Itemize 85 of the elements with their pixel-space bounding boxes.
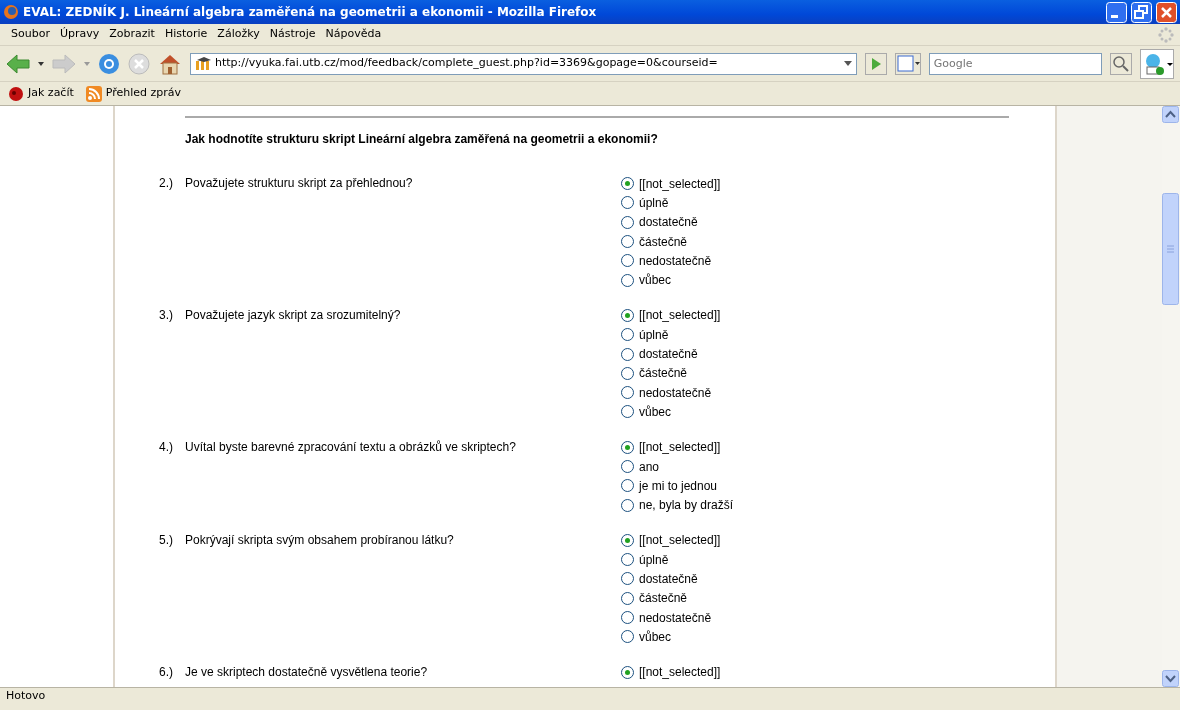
question-text: Považujete jazyk skript za srozumitelný? [185, 306, 402, 324]
radio-button[interactable] [621, 498, 634, 512]
home-icon[interactable] [158, 52, 182, 75]
dropdown-caret-icon[interactable] [38, 61, 44, 66]
option-label: nedostatečně [639, 609, 712, 627]
reload-icon[interactable] [98, 52, 120, 75]
question-text: Pokrývají skripta svým obsahem probíranou látku? [185, 531, 455, 549]
question-text: Považujete strukturu skript za přehlednou? [185, 175, 414, 192]
restore-icon[interactable] [1131, 1, 1152, 23]
scroll-up-icon[interactable] [1162, 106, 1179, 123]
radio-button[interactable] [621, 366, 634, 380]
radio-button[interactable] [621, 177, 634, 191]
radio-button[interactable] [621, 386, 634, 400]
radio-button[interactable] [621, 347, 634, 361]
option-label: úplně [639, 194, 669, 212]
option-label: [[not_selected]] [639, 532, 721, 550]
menu-item[interactable]: Nápověda [320, 25, 387, 44]
radio-button[interactable] [621, 235, 634, 249]
option-label: nedostatečně [639, 384, 712, 402]
menu-item[interactable]: Zobrazit [104, 25, 160, 44]
question-number: 6.) [158, 663, 173, 681]
radio-button[interactable] [621, 533, 634, 547]
radio-button[interactable] [621, 572, 634, 586]
address-field[interactable]: http://vyuka.fai.utb.cz/mod/feedback/complete_guest.php?id=3369&gopage=0&courseid= [190, 52, 857, 75]
option-label: [[not_selected]] [639, 664, 721, 682]
radio-button[interactable] [621, 479, 634, 493]
option-label: ne, byla by dražší [639, 497, 734, 515]
bookmark-icon [8, 85, 24, 102]
option-label: [[not_selected]] [639, 175, 721, 193]
question-number: 5.) [158, 531, 173, 549]
option-label: částečně [639, 233, 688, 251]
radio-button[interactable] [621, 460, 634, 473]
option-label: dostatečně [639, 571, 698, 588]
option-label: dostatečně [639, 346, 698, 363]
question-group-heading: Jak hodnotíte strukturu skript Lineární algebra zaměřená na geometrii a ekonomii? [185, 131, 659, 148]
option-label: [[not_selected]] [639, 439, 721, 457]
menu-item[interactable]: Úpravy [54, 25, 105, 44]
option-label: dostatečně [639, 214, 698, 232]
search-icon[interactable] [1110, 52, 1132, 75]
search-field[interactable]: Google [928, 52, 1102, 75]
question-text: Je ve skriptech dostatečně vysvětlena teorie? [185, 663, 429, 681]
radio-button[interactable] [621, 215, 634, 229]
menu-item[interactable]: Historie [159, 25, 213, 44]
status-text: Hotovo [6, 688, 46, 705]
radio-button[interactable] [621, 591, 634, 605]
radio-button[interactable] [621, 665, 634, 679]
menu-item[interactable]: Záložky [212, 25, 265, 44]
option-label: vůbec [639, 272, 672, 290]
option-label: úplně [639, 326, 669, 344]
feed-icon [85, 85, 102, 102]
option-label: vůbec [639, 403, 672, 421]
radio-button[interactable] [621, 308, 634, 322]
dropdown-caret-icon[interactable] [843, 61, 852, 66]
scroll-down-icon[interactable] [1162, 670, 1179, 687]
radio-button[interactable] [621, 273, 634, 287]
radio-button[interactable] [621, 630, 634, 644]
option-label: vůbec [639, 628, 672, 646]
radio-button[interactable] [621, 440, 634, 454]
option-label: úplně [639, 551, 669, 569]
radio-button[interactable] [621, 196, 634, 210]
radio-button[interactable] [621, 254, 634, 268]
radio-button[interactable] [621, 553, 634, 567]
option-label: ano [639, 458, 660, 476]
minimize-icon[interactable] [1106, 1, 1127, 23]
option-label: je mi to jednou [639, 477, 718, 495]
radio-button[interactable] [621, 405, 634, 419]
throbber-icon [1158, 26, 1174, 43]
menu-item[interactable]: Soubor [6, 25, 55, 44]
radio-button[interactable] [621, 328, 634, 342]
question-text: Uvítal byste barevné zpracování textu a obrázků ve skriptech? [185, 438, 517, 456]
radio-button[interactable] [621, 611, 634, 625]
option-label: částečně [639, 365, 688, 383]
option-label: částečně [639, 590, 688, 608]
bookmark-link[interactable]: Přehled zpráv [85, 85, 182, 102]
question-number: 4.) [158, 438, 173, 456]
bookmark-link[interactable]: Jak začít [8, 85, 74, 102]
question-number: 3.) [158, 306, 173, 324]
option-label: [[not_selected]] [639, 307, 721, 325]
scrollbar-thumb[interactable] [1162, 193, 1179, 305]
option-label: nedostatečně [639, 252, 712, 270]
menu-item[interactable]: Nástroje [264, 25, 321, 44]
close-icon[interactable] [1156, 1, 1177, 23]
back-arrow-icon[interactable] [6, 53, 30, 74]
question-number: 2.) [158, 175, 173, 192]
window-title: EVAL: ZEDNÍK J. Lineární algebra zaměřená na geometrii a ekonomii - Mozilla Firefox [23, 3, 598, 21]
